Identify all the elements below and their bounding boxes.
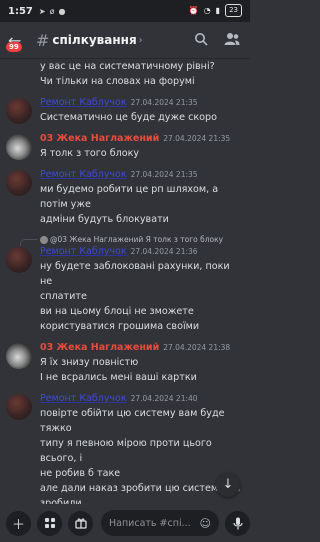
message-input[interactable]: Написать #спі... ☺ [101,510,219,536]
gift-button[interactable] [68,510,93,536]
avatar[interactable] [6,247,32,273]
message-line: Я толк з того блоку [40,148,140,159]
avatar[interactable] [6,134,32,160]
system-icons: ⏰ ◔ ▮ 23 [189,4,242,17]
timestamp: 27.04.2024 21:35 [163,134,231,143]
message-line: повірте обійти цю систему вам буде тяжко [40,408,225,434]
chevron-right-icon[interactable]: › [139,35,143,46]
author-name[interactable]: Ремонт Каблучок [40,97,127,108]
gift-icon [74,518,87,529]
channel-header: ← 99 # спілкування › [0,22,250,59]
reply-spine [20,239,37,246]
author-name[interactable]: 03 Жека Наглажений [40,342,159,353]
timestamp: 27.04.2024 21:35 [130,170,198,179]
wifi-icon: ◔ [203,6,211,15]
voice-message-button[interactable] [225,510,250,536]
hashtag-icon: # [36,30,50,50]
message-line: але дали наказ зробити цю систему ми [40,483,241,494]
author-name[interactable]: Ремонт Каблучок [40,169,127,180]
message[interactable]: @03 Жека Наглажений Я толк з того блоку … [0,234,250,334]
author-name[interactable]: Ремонт Каблучок [40,246,127,257]
timestamp: 27.04.2024 21:35 [130,98,198,107]
message-composer: ＋ Написать #спі... ☺ [0,504,250,542]
avatar[interactable] [6,394,32,420]
message[interactable]: 03 Жека Наглажений 27.04.2024 21:35 Я тол… [0,132,250,161]
message-line: Я їх знизу повністю [40,357,139,368]
message[interactable]: Ремонт Каблучок 27.04.2024 21:35 ми будем… [0,168,250,227]
message-line: користуватися грошима своїми [40,321,200,332]
message-line: ви на цьому блоці не зможете [40,306,194,317]
arrow-down-icon: ↓ [222,477,234,492]
record-icon: ● [58,6,66,16]
avatar[interactable] [6,98,32,124]
jump-to-bottom-button[interactable]: ↓ [216,473,240,497]
unread-badge: 99 [6,41,22,52]
message-input-placeholder: Написать #спі... [109,517,191,529]
microphone-icon [232,517,243,529]
message[interactable]: Ремонт Каблучок 27.04.2024 21:40 повірте … [0,392,250,504]
status-bar: 1:57 ➤ ø ● ⏰ ◔ ▮ 23 [0,0,250,22]
message-line: Систематично це буде дуже скоро [40,112,217,123]
plus-icon: ＋ [11,517,25,533]
alarm-icon: ⏰ [188,6,199,15]
message-line: ми будемо робити це рп шляхом, а потім у… [40,184,219,210]
reply-text: @03 Жека Наглажений Я толк з того блоку [50,235,224,244]
reply-reference[interactable]: @03 Жека Наглажений Я толк з того блоку [0,234,250,246]
message-line: Чи тільки на словах на форумі [40,76,195,87]
people-icon[interactable] [224,32,240,46]
notification-icons: ➤ ø ● [39,7,66,16]
message-list[interactable]: у вас це на систематичному рівні? Чи тіл… [0,59,250,504]
message-line: зробили [40,498,82,504]
search-icon[interactable] [194,32,208,46]
author-name[interactable]: Ремонт Каблучок [40,393,127,404]
timestamp: 27.04.2024 21:40 [130,394,198,403]
message-line: не робив б таке [40,468,121,479]
message-line: ну будете заблоковані рахунки, поки не [40,261,230,287]
reply-avatar [40,236,48,244]
add-attachment-button[interactable]: ＋ [6,510,31,536]
signal-icon: ▮ [215,6,221,15]
message-line: сплатите [40,291,87,302]
emoji-icon[interactable]: ☺ [200,517,211,530]
message-line: адміни будуть блокувати [40,214,169,225]
telegram-icon: ➤ [38,6,46,16]
back-button[interactable]: ← 99 [6,31,30,52]
timestamp: 27.04.2024 21:38 [163,343,231,352]
battery-indicator: 23 [225,4,242,17]
message-line: типу я певною мірою проти цього всього, … [40,438,212,464]
message[interactable]: 03 Жека Наглажений 27.04.2024 21:38 Я їх … [0,341,250,385]
author-name[interactable]: 03 Жека Наглажений [40,133,159,144]
apps-button[interactable] [37,510,62,536]
message[interactable]: Ремонт Каблучок 27.04.2024 21:35 Системат… [0,96,250,125]
clock: 1:57 [8,5,33,17]
message-line: у вас це на систематичному рівні? [40,61,215,72]
avatar[interactable] [6,170,32,196]
channel-title[interactable]: спілкування [52,33,136,47]
timestamp: 27.04.2024 21:36 [130,247,198,256]
apps-icon [44,518,55,528]
notification-off-icon: ø [49,6,55,16]
message-line: І не всрались мені ваші картки [40,372,197,383]
avatar[interactable] [6,343,32,369]
